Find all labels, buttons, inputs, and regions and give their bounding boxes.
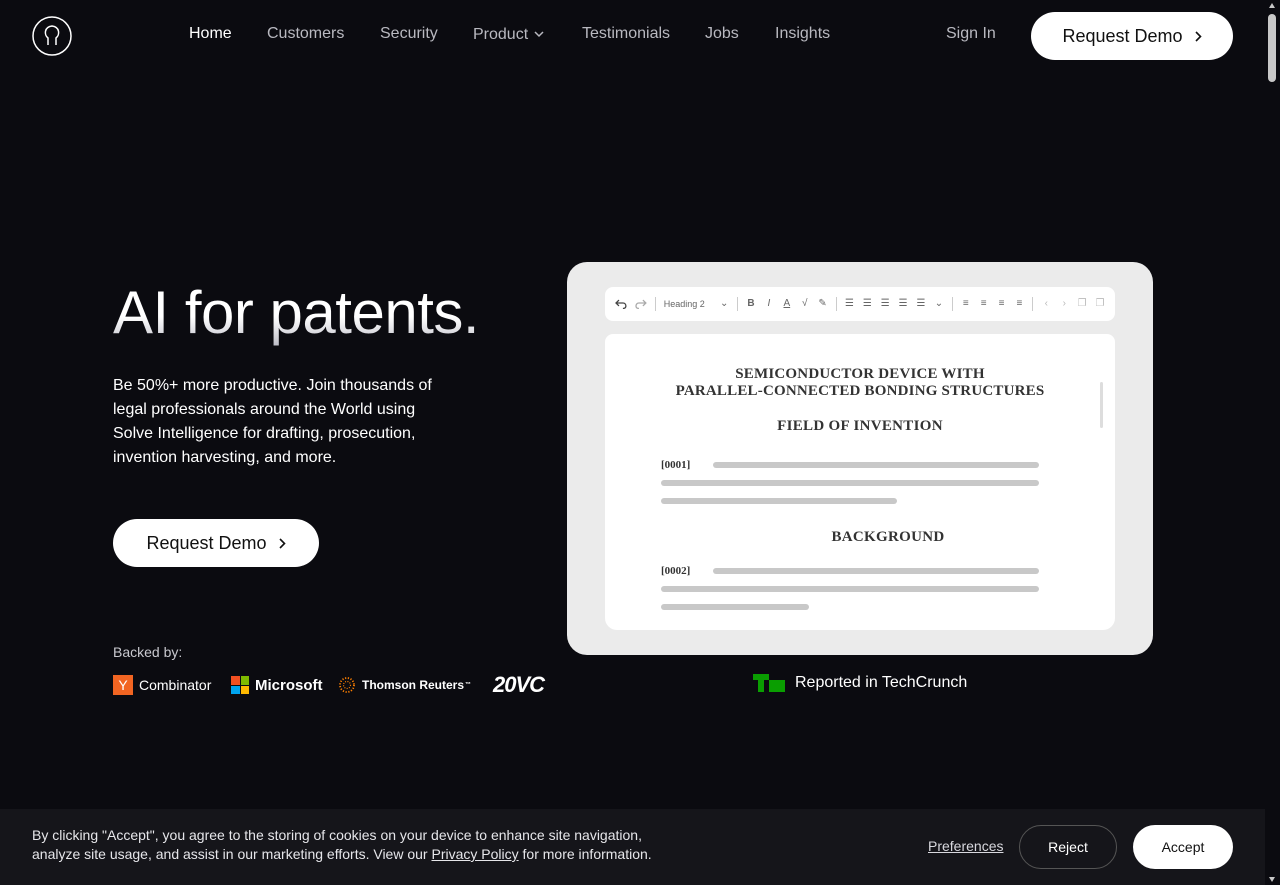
document-preview: SEMICONDUCTOR DEVICE WITH PARALLEL-CONNE… (605, 334, 1115, 630)
bullet-list-icon: ☰ (844, 298, 854, 309)
text-color-icon: A (783, 298, 791, 309)
techcrunch-logo-icon (753, 674, 785, 692)
doc-text-placeholder-line (661, 604, 809, 610)
indent-icon: ☰ (880, 298, 890, 309)
techcrunch-badge[interactable]: Reported in TechCrunch (753, 674, 967, 692)
cookie-text: By clicking "Accept", you agree to the s… (32, 826, 672, 864)
nav-testimonials[interactable]: Testimonials (582, 25, 670, 43)
techcrunch-label: Reported in TechCrunch (795, 674, 968, 691)
nav-insights[interactable]: Insights (775, 25, 830, 43)
doc-paragraph-number: [0002] (661, 565, 691, 577)
cookie-reject-button[interactable]: Reject (1019, 825, 1117, 869)
paste-icon: ❐ (1095, 298, 1105, 309)
outdent-icon: ☰ (898, 298, 908, 309)
editor-toolbar: Heading 2 ⌄ B I A √ ✎ ☰ ☰ ☰ ☰ ☰ ⌄ ≡ ≡ ≡ … (605, 287, 1115, 321)
doc-text-placeholder-line (713, 568, 1039, 574)
page-scrollbar[interactable] (1265, 0, 1280, 885)
doc-title-line-1: SEMICONDUCTOR DEVICE WITH (735, 366, 985, 382)
nav-jobs[interactable]: Jobs (705, 25, 739, 43)
align-left-icon: ≡ (962, 298, 969, 309)
italic-icon: I (767, 298, 771, 309)
backed-by-label: Backed by: (113, 644, 183, 660)
nav-customers[interactable]: Customers (267, 25, 344, 43)
toolbar-separator (737, 297, 739, 311)
doc-text-placeholder-line (661, 586, 1039, 592)
doc-section-field-of-invention: FIELD OF INVENTION (777, 418, 943, 434)
backer-20vc: 20VC (493, 672, 545, 697)
backer-thomson-reuters: Thomson Reuters ™ (338, 674, 471, 696)
logo-icon[interactable] (32, 16, 72, 56)
thomson-reuters-logo-icon (339, 677, 355, 693)
cookie-preferences-link[interactable]: Preferences (928, 838, 1003, 854)
sign-in-link[interactable]: Sign In (946, 25, 996, 43)
doc-title-line-2: PARALLEL-CONNECTED BONDING STRUCTURES (675, 383, 1045, 399)
list-options-icon: ☰ (916, 298, 926, 309)
chevron-down-icon (534, 31, 544, 38)
backer-thomson-reuters-label: Thomson Reuters (362, 678, 465, 692)
backer-microsoft-label: Microsoft (255, 676, 323, 694)
align-justify-icon: ≡ (1016, 298, 1023, 309)
toolbar-separator (951, 297, 953, 311)
toolbar-separator (654, 297, 656, 311)
next-icon: › (1062, 298, 1066, 309)
formula-icon: √ (801, 298, 808, 309)
backer-microsoft: Microsoft (231, 674, 323, 696)
scroll-up-icon[interactable] (1269, 3, 1275, 8)
hero-title: AI for patents. (113, 279, 480, 346)
toolbar-separator (835, 297, 837, 311)
nav-security[interactable]: Security (380, 25, 438, 43)
chevron-right-icon (278, 537, 286, 549)
hero-request-demo-label: Request Demo (146, 532, 267, 553)
numbered-list-icon: ☰ (862, 298, 872, 309)
doc-section-background: BACKGROUND (831, 529, 945, 545)
align-right-icon: ≡ (998, 298, 1005, 309)
microsoft-logo-icon (231, 676, 249, 694)
chevron-right-icon (1194, 30, 1202, 42)
doc-text-placeholder-line (661, 498, 897, 504)
doc-text-placeholder-line (661, 480, 1039, 486)
undo-icon (615, 299, 627, 309)
hero-description: Be 50%+ more productive. Join thousands … (113, 377, 432, 466)
trademark-symbol: ™ (465, 682, 472, 688)
privacy-policy-link[interactable]: Privacy Policy (431, 846, 518, 862)
scrollbar-thumb[interactable] (1268, 14, 1276, 82)
style-select: Heading 2 (663, 299, 705, 309)
nav-product[interactable]: Product (473, 26, 544, 44)
chevron-down-icon: ⌄ (934, 298, 944, 309)
nav-product-label: Product (473, 26, 529, 43)
toolbar-separator (1032, 297, 1034, 311)
backer-ycombinator: Y Combinator (113, 674, 211, 696)
chevron-down-icon: ⌄ (719, 298, 729, 309)
ycombinator-logo-icon: Y (113, 675, 133, 695)
backer-20vc-label: 20VC (493, 672, 545, 697)
doc-scrollbar[interactable] (1100, 382, 1103, 428)
highlight-icon: ✎ (818, 298, 827, 309)
nav-home[interactable]: Home (189, 25, 232, 43)
prev-icon: ‹ (1044, 298, 1049, 309)
request-demo-label: Request Demo (1062, 25, 1183, 46)
doc-paragraph-number: [0001] (661, 459, 691, 471)
hero-request-demo-button[interactable]: Request Demo (113, 519, 319, 567)
align-center-icon: ≡ (980, 298, 987, 309)
doc-text-placeholder-line (713, 462, 1039, 468)
request-demo-button[interactable]: Request Demo (1031, 12, 1233, 60)
scroll-down-icon[interactable] (1269, 877, 1275, 882)
backer-ycombinator-label: Combinator (139, 677, 212, 693)
cookie-text-end: for more information. (518, 846, 652, 862)
bold-icon: B (747, 298, 755, 309)
cookie-accept-button[interactable]: Accept (1133, 825, 1233, 869)
copy-icon: ❐ (1077, 298, 1087, 309)
redo-icon (635, 299, 647, 309)
